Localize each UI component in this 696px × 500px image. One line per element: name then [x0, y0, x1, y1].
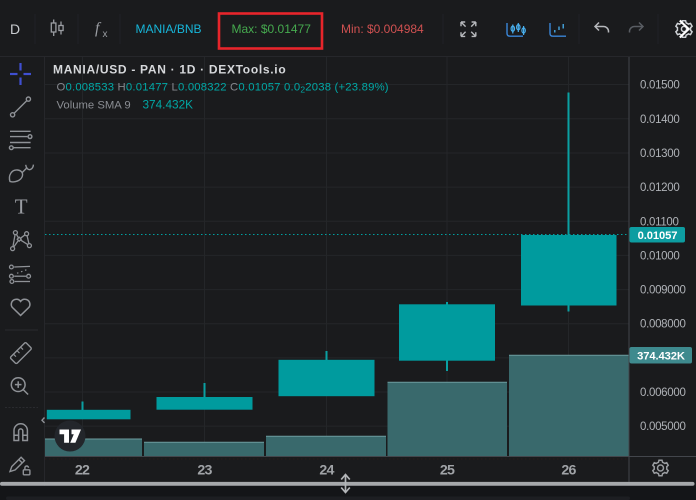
svg-text:0.01100: 0.01100	[640, 216, 679, 228]
svg-text:0.01000: 0.01000	[640, 250, 679, 262]
svg-text:0.005000: 0.005000	[640, 421, 686, 433]
svg-text:0.01200: 0.01200	[640, 182, 679, 194]
svg-text:374.432K: 374.432K	[637, 351, 685, 363]
svg-text:0.01300: 0.01300	[640, 148, 679, 160]
svg-text:25: 25	[440, 463, 455, 479]
svg-text:0.01057: 0.01057	[638, 230, 678, 242]
svg-text:Max: $0.01477: Max: $0.01477	[232, 22, 312, 36]
svg-text:0.01400: 0.01400	[640, 114, 679, 126]
svg-text:22: 22	[75, 463, 90, 479]
svg-text:374.432K: 374.432K	[143, 98, 194, 112]
svg-text:O0.008533 H0.01477 L0.008322 C: O0.008533 H0.01477 L0.008322 C0.01057 0.…	[57, 81, 389, 94]
svg-text:D: D	[10, 21, 20, 37]
svg-text:x: x	[103, 29, 108, 40]
svg-text:MANIA/USD - PAN · 1D · DEXTool: MANIA/USD - PAN · 1D · DEXTools.io	[53, 63, 286, 77]
svg-text:0.009000: 0.009000	[640, 285, 686, 297]
svg-text:0.008000: 0.008000	[640, 319, 686, 331]
svg-text:Min: $0.004984: Min: $0.004984	[341, 22, 424, 36]
svg-text:MANIA/BNB: MANIA/BNB	[136, 22, 202, 36]
svg-text:Volume SMA 9: Volume SMA 9	[57, 100, 131, 112]
svg-text:0.006000: 0.006000	[640, 387, 686, 399]
svg-text:T: T	[15, 195, 28, 219]
svg-text:26: 26	[561, 463, 576, 479]
svg-text:23: 23	[197, 463, 212, 479]
svg-text:0.01500: 0.01500	[640, 80, 679, 92]
svg-text:24: 24	[319, 463, 334, 479]
